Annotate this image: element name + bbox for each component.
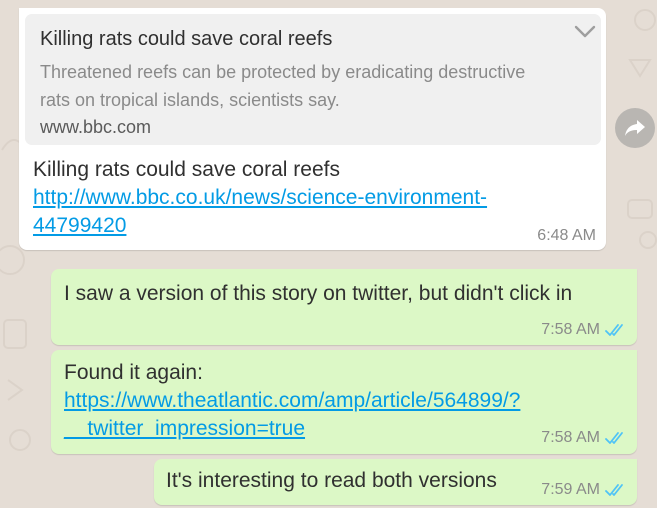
message-link-continued[interactable]: __twitter_impression=true: [64, 415, 305, 443]
message-timestamp: 7:58 AM: [541, 321, 627, 339]
message-time: 7:59 AM: [541, 481, 600, 498]
link-preview-description: Threatened reefs can be protected by era…: [40, 58, 525, 114]
message-time: 6:48 AM: [537, 227, 596, 244]
forward-button[interactable]: [615, 108, 655, 148]
message-timestamp: 7:59 AM: [541, 481, 627, 499]
link-preview-description-line: rats on tropical islands, scientists say…: [40, 90, 340, 110]
message-link[interactable]: https://www.theatlantic.com/amp/article/…: [64, 387, 520, 415]
double-check-icon: [605, 324, 623, 336]
chevron-down-icon[interactable]: [574, 24, 596, 40]
forward-icon: [625, 120, 645, 136]
message-text: Killing rats could save coral reefs: [33, 158, 340, 181]
outgoing-message-bubble: It's interesting to read both versions 7…: [154, 459, 637, 505]
link-preview-title: Killing rats could save coral reefs: [40, 28, 333, 50]
outgoing-message-bubble: Found it again: https://www.theatlantic.…: [51, 350, 637, 454]
link-preview-description-line: Threatened reefs can be protected by era…: [40, 62, 526, 82]
message-text: Found it again:: [64, 361, 203, 384]
message-text: I saw a version of this story on twitter…: [64, 282, 573, 305]
message-timestamp: 6:48 AM: [537, 227, 596, 245]
message-time: 7:58 AM: [541, 321, 600, 338]
message-link-continued[interactable]: 44799420: [33, 212, 126, 240]
double-check-icon: [605, 432, 623, 444]
message-timestamp: 7:58 AM: [541, 429, 627, 447]
double-check-icon: [605, 484, 623, 496]
link-preview-site: www.bbc.com: [40, 117, 152, 137]
link-preview-card[interactable]: Killing rats could save coral reefs Thre…: [25, 14, 601, 145]
incoming-message-bubble: Killing rats could save coral reefs Thre…: [19, 8, 606, 250]
message-link[interactable]: http://www.bbc.co.uk/news/science-enviro…: [33, 184, 487, 212]
outgoing-message-bubble: I saw a version of this story on twitter…: [51, 269, 637, 345]
message-time: 7:58 AM: [541, 429, 600, 446]
message-text: It's interesting to read both versions: [166, 469, 497, 492]
